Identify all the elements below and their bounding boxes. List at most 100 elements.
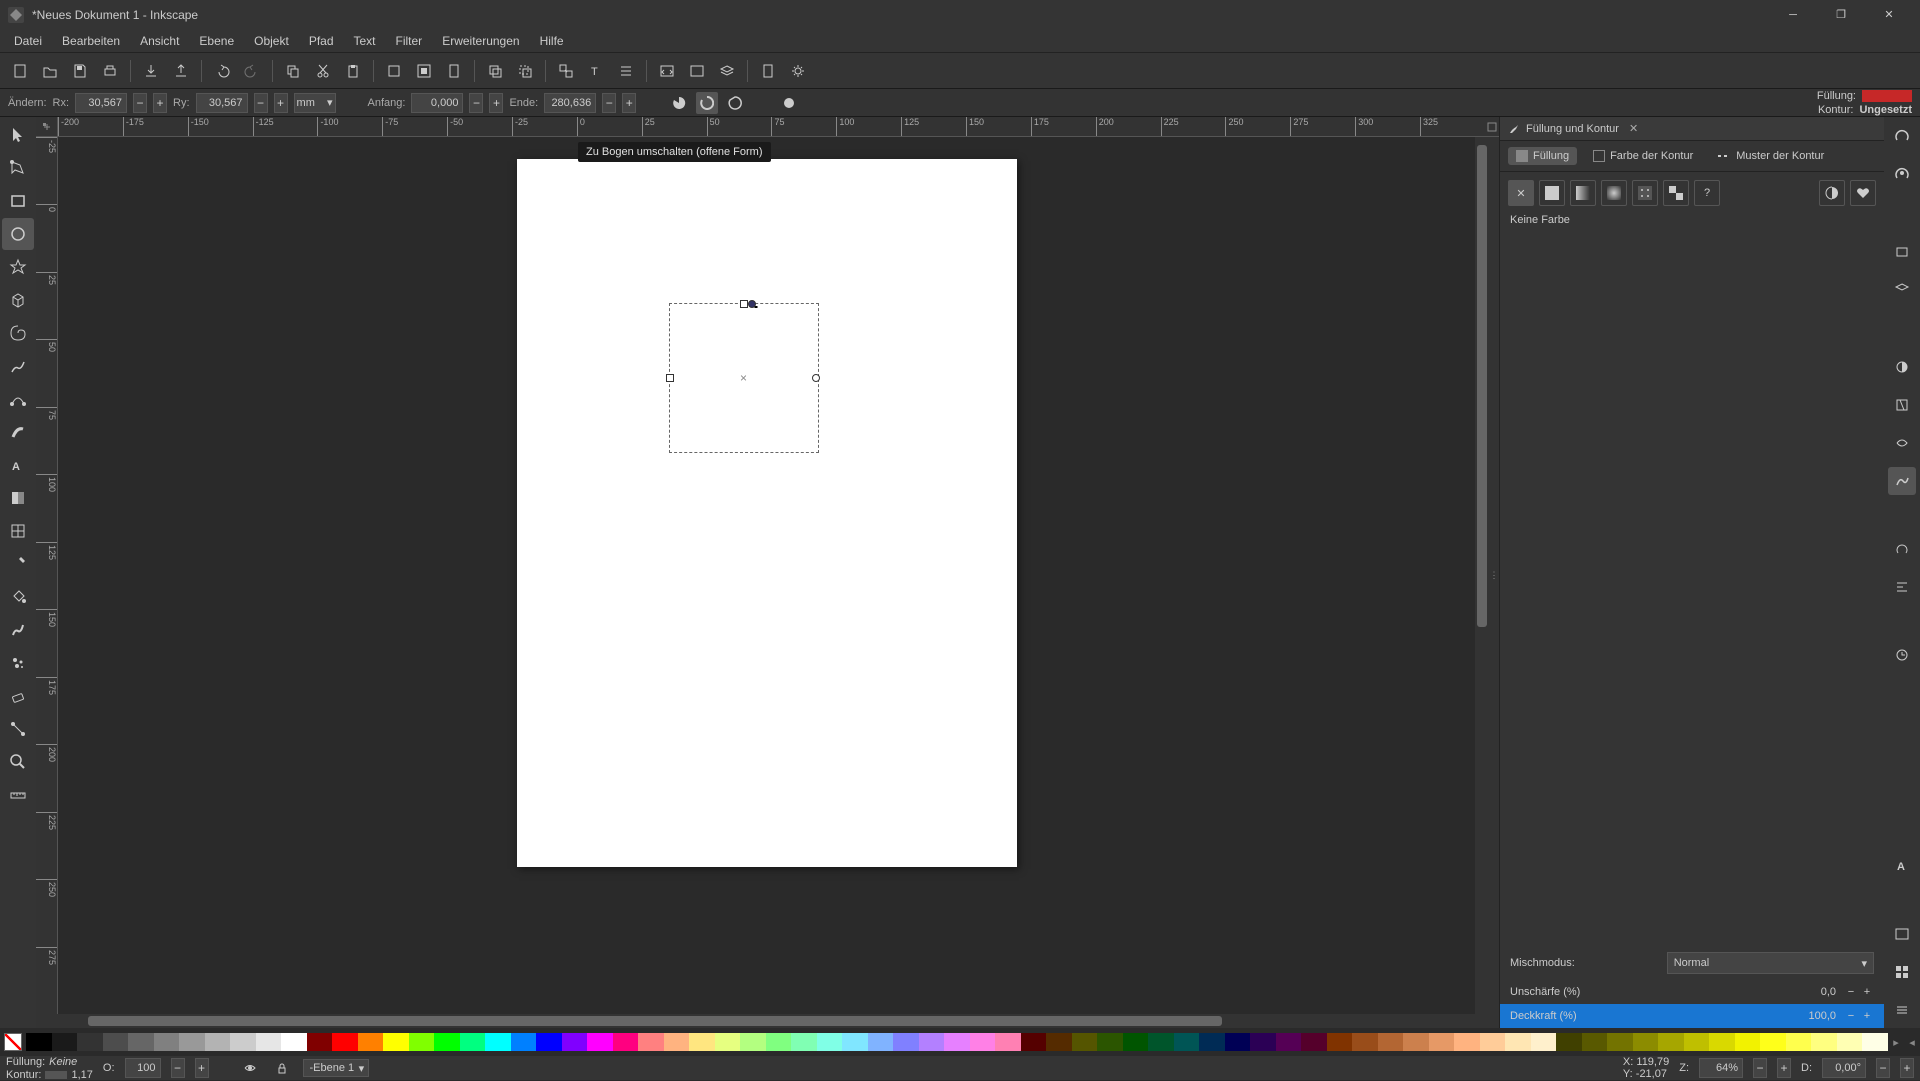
palette-color[interactable] — [1123, 1033, 1149, 1051]
palette-color[interactable] — [230, 1033, 256, 1051]
fill-indicator[interactable] — [1862, 90, 1912, 102]
paint-pattern-button[interactable] — [1632, 180, 1658, 206]
zoom-fit-button[interactable] — [380, 57, 408, 85]
palette-color[interactable] — [1505, 1033, 1531, 1051]
end-minus[interactable]: − — [602, 93, 616, 113]
palette-color[interactable] — [1582, 1033, 1608, 1051]
palette-color[interactable] — [154, 1033, 180, 1051]
palette-color[interactable] — [511, 1033, 537, 1051]
status-o-minus[interactable]: − — [171, 1058, 185, 1078]
palette-color[interactable] — [1684, 1033, 1710, 1051]
paste-button[interactable] — [339, 57, 367, 85]
layer-select[interactable]: -Ebene 1▾ — [303, 1059, 370, 1077]
panel-close-button[interactable]: ✕ — [1629, 122, 1638, 135]
3dbox-tool[interactable] — [2, 284, 34, 316]
menu-view[interactable]: Ansicht — [130, 31, 189, 51]
palette-color[interactable] — [766, 1033, 792, 1051]
palette-color[interactable] — [1148, 1033, 1174, 1051]
menu-help[interactable]: Hilfe — [530, 31, 574, 51]
ruler-horizontal[interactable]: -200-175-150-125-100-75-50-2502550751001… — [58, 117, 1485, 137]
palette-color[interactable] — [1046, 1033, 1072, 1051]
palette[interactable] — [26, 1033, 1888, 1051]
lock-toggle[interactable] — [271, 1058, 293, 1078]
palette-color[interactable] — [1786, 1033, 1812, 1051]
palette-color[interactable] — [868, 1033, 894, 1051]
palette-color[interactable] — [1607, 1033, 1633, 1051]
palette-color[interactable] — [332, 1033, 358, 1051]
dock-transform-button[interactable] — [1888, 535, 1916, 563]
palette-color[interactable] — [52, 1033, 78, 1051]
palette-color[interactable] — [307, 1033, 333, 1051]
palette-color[interactable] — [1454, 1033, 1480, 1051]
palette-color[interactable] — [944, 1033, 970, 1051]
dock-align-button[interactable] — [1888, 573, 1916, 601]
start-plus[interactable]: + — [489, 93, 503, 113]
palette-color[interactable] — [587, 1033, 613, 1051]
palette-color[interactable] — [638, 1033, 664, 1051]
scrollbar-vertical[interactable] — [1475, 137, 1489, 1014]
paint-linear-button[interactable] — [1570, 180, 1596, 206]
palette-color[interactable] — [919, 1033, 945, 1051]
handle-top2[interactable] — [740, 300, 748, 308]
rot-minus[interactable]: − — [1876, 1058, 1890, 1078]
palette-color[interactable] — [842, 1033, 868, 1051]
handle-top[interactable] — [748, 300, 756, 308]
spray-tool[interactable] — [2, 647, 34, 679]
panel-collapse-handle[interactable]: ⋮ — [1489, 137, 1499, 1014]
star-tool[interactable] — [2, 251, 34, 283]
menu-extensions[interactable]: Erweiterungen — [432, 31, 529, 51]
dock-layers-button[interactable] — [1888, 275, 1916, 303]
handle-left[interactable] — [666, 374, 674, 382]
import-button[interactable] — [137, 57, 165, 85]
dock-fill-button[interactable] — [1888, 353, 1916, 381]
canvas[interactable]: × Zu Bogen umschalten (offene Form) — [58, 137, 1475, 1014]
paint-none-button[interactable]: ✕ — [1508, 180, 1534, 206]
dock-xml-button[interactable] — [1888, 920, 1916, 948]
ungroup-button[interactable]: T — [582, 57, 610, 85]
palette-color[interactable] — [1174, 1033, 1200, 1051]
paint-mesh-button[interactable] — [1819, 180, 1845, 206]
palette-color[interactable] — [179, 1033, 205, 1051]
menu-file[interactable]: Datei — [4, 31, 52, 51]
tweak-tool[interactable] — [2, 614, 34, 646]
scrollbar-horizontal[interactable] — [58, 1014, 1475, 1028]
palette-color[interactable] — [1811, 1033, 1837, 1051]
palette-color[interactable] — [1633, 1033, 1659, 1051]
close-button[interactable]: ✕ — [1866, 0, 1912, 29]
clone-button[interactable] — [511, 57, 539, 85]
blur-minus[interactable]: − — [1844, 984, 1858, 1000]
slice-button[interactable] — [668, 92, 690, 114]
palette-color[interactable] — [1403, 1033, 1429, 1051]
palette-color[interactable] — [817, 1033, 843, 1051]
palette-color[interactable] — [358, 1033, 384, 1051]
palette-color[interactable] — [1225, 1033, 1251, 1051]
palette-color[interactable] — [689, 1033, 715, 1051]
zoom-plus[interactable]: + — [1777, 1058, 1791, 1078]
doc-props-button[interactable] — [754, 57, 782, 85]
dock-trace-button[interactable] — [1888, 429, 1916, 457]
ruler-vertical[interactable]: -250255075100125150175200225250275 — [36, 137, 58, 1014]
palette-color[interactable] — [460, 1033, 486, 1051]
palette-color[interactable] — [613, 1033, 639, 1051]
palette-color[interactable] — [1327, 1033, 1353, 1051]
undo-button[interactable] — [208, 57, 236, 85]
start-minus[interactable]: − — [469, 93, 483, 113]
ruler-corner[interactable] — [36, 117, 58, 137]
menu-path[interactable]: Pfad — [299, 31, 344, 51]
ellipse-tool[interactable] — [2, 218, 34, 250]
palette-color[interactable] — [1429, 1033, 1455, 1051]
prefs-button[interactable] — [784, 57, 812, 85]
palette-color[interactable] — [103, 1033, 129, 1051]
palette-scroll-right[interactable]: ▸ — [1888, 1036, 1904, 1049]
whole-button[interactable] — [778, 92, 800, 114]
palette-color[interactable] — [1480, 1033, 1506, 1051]
gradient-tool[interactable] — [2, 482, 34, 514]
palette-color[interactable] — [26, 1033, 52, 1051]
duplicate-button[interactable] — [481, 57, 509, 85]
palette-color[interactable] — [1250, 1033, 1276, 1051]
rx-plus[interactable]: + — [153, 93, 167, 113]
palette-color[interactable] — [1735, 1033, 1761, 1051]
palette-color[interactable] — [536, 1033, 562, 1051]
palette-color[interactable] — [995, 1033, 1021, 1051]
zoom-minus[interactable]: − — [1753, 1058, 1767, 1078]
